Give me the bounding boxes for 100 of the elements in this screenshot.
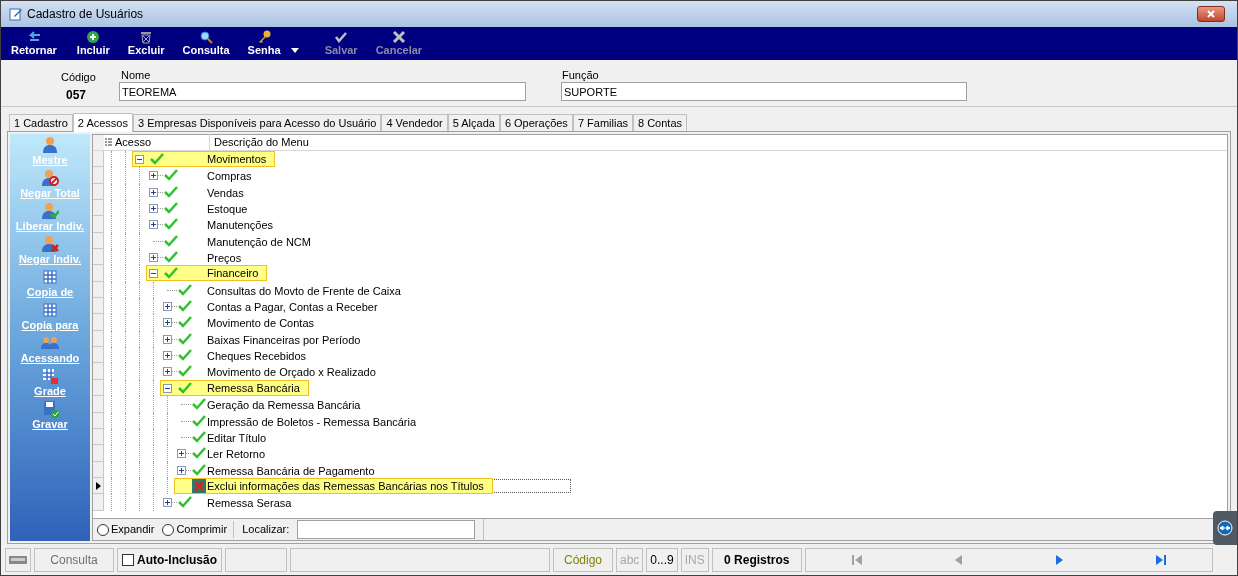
check-icon[interactable] [192,447,206,460]
menu-item-label[interactable]: Estoque [207,201,248,218]
expand-icon[interactable] [149,220,158,230]
toolbar-button[interactable]: Consulta [178,30,234,57]
check-icon[interactable] [164,267,178,280]
expand-icon[interactable] [163,302,172,312]
check-icon[interactable] [150,153,164,165]
name-field[interactable]: TEOREMA [119,82,526,101]
menu-item-label[interactable]: Manutenções [207,217,274,234]
menu-item-label[interactable]: Ler Retorno [207,446,266,463]
collapse-icon[interactable] [135,155,144,164]
check-icon[interactable] [192,463,206,476]
toolbar-button[interactable]: Excluir [123,30,169,57]
check-icon[interactable] [178,300,192,313]
column-header[interactable]: Descrição do Menu [210,134,309,151]
expand-icon[interactable] [149,204,158,214]
menu-item-label[interactable]: Editar Título [207,429,267,447]
menu-item-label[interactable]: Movimentos [207,151,267,168]
column-header[interactable]: Acesso [115,134,210,151]
check-icon[interactable] [164,169,178,182]
expand-icon[interactable] [177,449,186,459]
menu-item-label[interactable]: Remessa Bancária de Pagamento [207,462,375,480]
toolbar-button[interactable]: Incluir [72,30,114,57]
menu-item-label[interactable]: Cheques Recebidos [207,348,307,365]
tree-row[interactable]: Manutenção de NCM [93,232,1227,250]
tree-row[interactable]: Editar Título [93,428,1227,446]
menu-item-label[interactable]: Financeiro [207,265,259,282]
check-icon[interactable] [178,365,192,378]
check-icon[interactable] [178,349,192,362]
tree-row[interactable]: Exclui informações das Remessas Bancárias nos Títulos [93,477,1227,495]
radio-option[interactable]: Expandir [97,521,155,538]
tree-row[interactable]: Movimento de Orçado x Realizado [93,363,1227,380]
check-icon[interactable] [192,398,206,411]
tree-row[interactable]: Movimentos [93,151,1227,168]
tree-row[interactable]: Remessa Bancária [93,379,1227,397]
menu-item-label[interactable]: Contas a Pagar, Contas a Receber [207,299,378,316]
check-icon[interactable] [164,218,178,231]
close-button[interactable] [1197,6,1225,22]
tree-row[interactable]: Impressão de Boletos - Remessa Bancária [93,412,1227,429]
expand-icon[interactable] [163,367,172,377]
expand-icon[interactable] [149,253,158,263]
tree-row[interactable]: Contas a Pagar, Contas a Receber [93,298,1227,315]
menu-item-label[interactable]: Preços [207,250,242,267]
sidebar-button[interactable]: Gravar [32,400,68,431]
check-icon[interactable] [164,185,178,198]
tab[interactable]: 8 Contas [633,114,688,131]
auto-inclusion-checkbox[interactable]: Auto-Inclusão [117,548,222,572]
menu-item-label[interactable]: Movimento de Contas [207,315,314,332]
search-field[interactable] [297,520,476,539]
menu-item-label[interactable]: Geração da Remessa Bancária [207,397,361,414]
tree-row[interactable]: Financeiro [93,265,1227,282]
expand-icon[interactable] [177,465,186,475]
menu-item-label[interactable]: Remessa Bancária [207,379,300,397]
menu-item-label[interactable]: Baixas Financeiras por Período [207,331,361,349]
check-icon[interactable] [164,251,178,264]
tree-row[interactable]: Consultas do Movto de Frente de Caixa [93,281,1227,299]
check-icon[interactable] [192,414,206,427]
remote-tab[interactable] [1213,511,1237,545]
tree-row[interactable]: Movimento de Contas [93,314,1227,331]
expand-icon[interactable] [149,187,158,197]
menu-item-label[interactable]: Consultas do Movto de Frente de Caixa [207,282,401,300]
tree-row[interactable]: Manutenções [93,216,1227,233]
menu-item-label[interactable]: Remessa Serasa [207,495,292,512]
menu-item-label[interactable]: Impressão de Boletos - Remessa Bancária [207,413,417,430]
check-icon[interactable] [164,234,178,247]
expand-icon[interactable] [163,334,172,344]
menu-item-label[interactable]: Exclui informações das Remessas Bancárias nos Títulos [207,477,484,495]
collapse-icon[interactable] [163,383,172,393]
expand-icon[interactable] [163,498,172,508]
tab[interactable]: 2 Acessos [72,113,133,132]
tab[interactable]: 6 Operações [499,114,573,131]
toolbar-button[interactable]: Retornar [7,30,61,57]
column-menu-icon[interactable] [105,138,112,147]
last-record-button[interactable] [1156,555,1167,565]
row-header[interactable] [93,477,104,495]
tree-row[interactable]: Estoque [93,200,1227,217]
menu-item-label[interactable]: Vendas [207,184,244,202]
tab[interactable]: 5 Alçada [447,114,500,131]
collapse-icon[interactable] [149,269,158,279]
expand-icon[interactable] [163,351,172,361]
radio-option[interactable]: Comprimir [162,521,228,538]
tab[interactable]: 7 Familias [572,114,633,131]
tree-row[interactable]: Vendas [93,183,1227,201]
tree-row[interactable]: Remessa Bancária de Pagamento [93,461,1227,478]
check-icon[interactable] [178,496,192,509]
tree-row[interactable]: Compras [93,167,1227,184]
tree-row[interactable]: Geração da Remessa Bancária [93,396,1227,413]
check-icon[interactable] [178,283,192,296]
toolbar-button[interactable]: Senha [243,30,285,57]
expand-icon[interactable] [149,171,158,181]
tree-row[interactable]: Baixas Financeiras por Período [93,330,1227,348]
expand-icon[interactable] [163,318,172,328]
menu-item-label[interactable]: Manutenção de NCM [207,233,311,251]
check-icon[interactable] [178,332,192,345]
next-button[interactable] [1054,555,1065,565]
check-icon[interactable] [164,202,178,215]
check-icon[interactable] [178,316,192,329]
tab[interactable]: 1 Cadastro [9,114,73,131]
role-field[interactable]: SUPORTE [561,82,967,101]
dropdown-button[interactable] [290,48,299,53]
